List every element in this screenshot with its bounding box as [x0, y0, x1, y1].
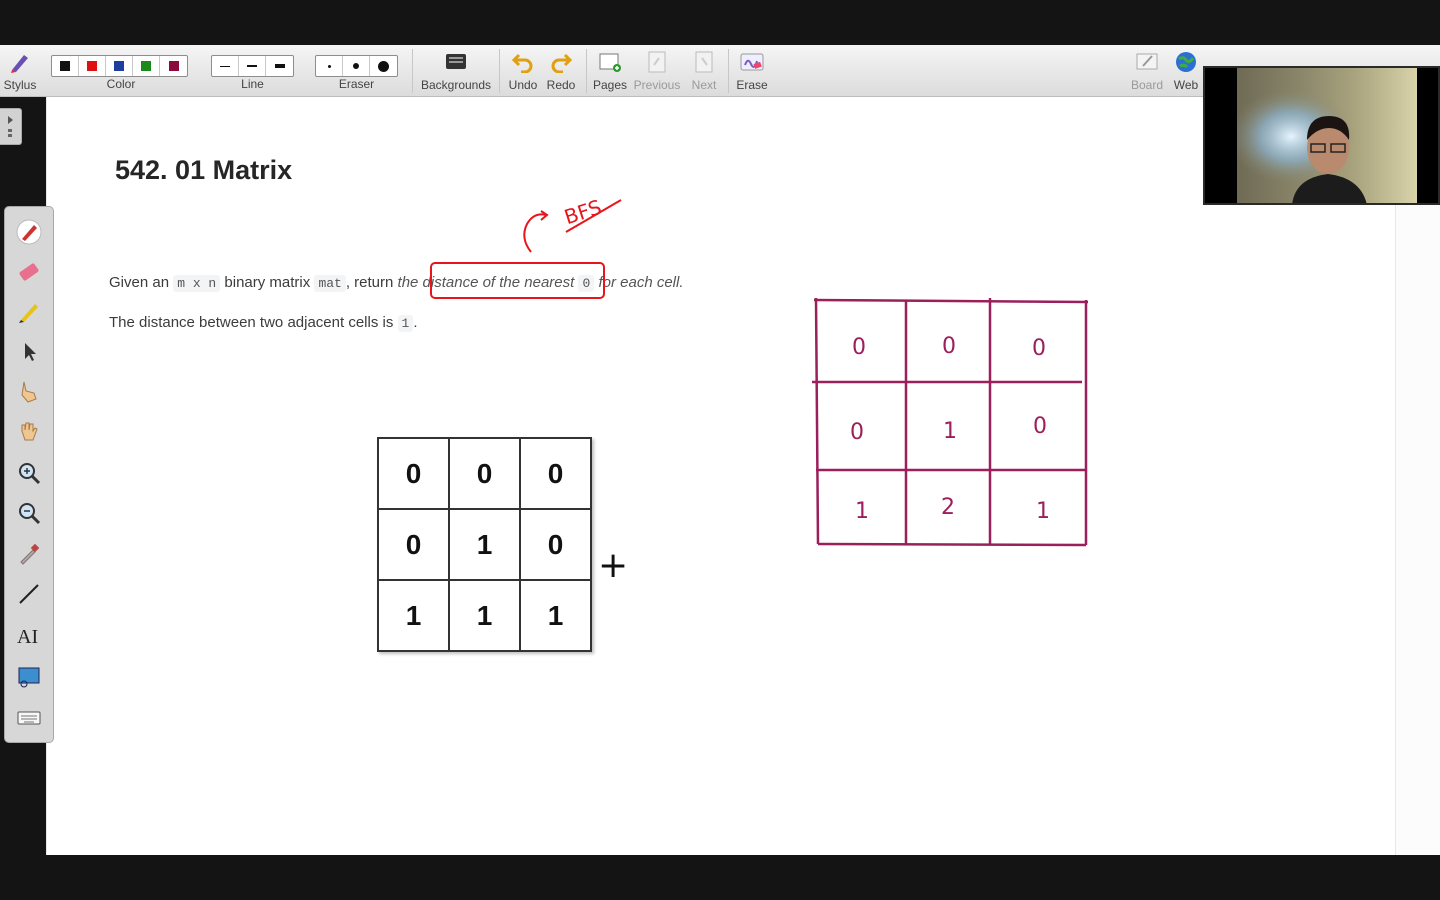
line-tool[interactable]: [14, 579, 44, 609]
pan-tool[interactable]: [14, 417, 44, 447]
ink-bfs-label: BFS: [561, 195, 604, 229]
screen-capture-tool[interactable]: [14, 662, 44, 692]
ink-highlight-box: [430, 262, 605, 299]
text-tool-icon: AI: [17, 626, 38, 648]
select-arrow-icon: [25, 343, 36, 361]
pointer-hand-icon: [21, 381, 37, 403]
tool-panel: AI: [4, 206, 54, 743]
text-tool[interactable]: AI: [14, 620, 44, 650]
ink-cell: 0: [1033, 414, 1047, 439]
presenter-video: [1237, 68, 1417, 203]
highlighter-icon: [19, 304, 38, 323]
eraser-icon: [19, 263, 39, 281]
webcam-overlay[interactable]: [1203, 66, 1440, 205]
zoom-in-tool[interactable]: [14, 458, 44, 488]
eraser-tool[interactable]: [14, 257, 44, 287]
zoom-in-icon: [19, 463, 41, 485]
ink-cell: 2: [941, 495, 955, 520]
highlighter-tool[interactable]: [14, 297, 44, 327]
ink-cell: 1: [1036, 499, 1050, 524]
screen: Stylus Color Line Eraser Backgrounds Und…: [0, 0, 1440, 900]
pointer-tool[interactable]: [14, 377, 44, 407]
color-picker-icon: [20, 543, 40, 565]
ink-cell: 0: [850, 420, 864, 445]
line-tool-icon: [19, 584, 39, 604]
keyboard-icon: [17, 711, 41, 725]
zoom-out-icon: [19, 503, 41, 525]
ink-cell: 0: [1032, 336, 1046, 361]
pan-hand-icon: [21, 422, 38, 441]
pen-tool[interactable]: [14, 217, 44, 247]
webcam-feed: [1237, 68, 1417, 203]
bottom-letterbox: [0, 855, 1440, 900]
zoom-out-tool[interactable]: [14, 498, 44, 528]
ink-cell: 1: [943, 419, 957, 444]
ink-grid-values: 0 0 0 0 1 0 1 2 1: [850, 334, 1050, 524]
ink-cell: 1: [855, 499, 869, 524]
pen-icon: [16, 219, 42, 245]
ink-cell: 0: [942, 334, 956, 359]
select-tool[interactable]: [14, 337, 44, 367]
screen-capture-icon: [18, 667, 40, 688]
ink-cell: 0: [852, 335, 866, 360]
svg-text:AI: AI: [17, 626, 38, 648]
ink-arrow-stroke: [523, 213, 547, 253]
keyboard-tool[interactable]: [14, 703, 44, 733]
color-picker-tool[interactable]: [14, 539, 44, 569]
